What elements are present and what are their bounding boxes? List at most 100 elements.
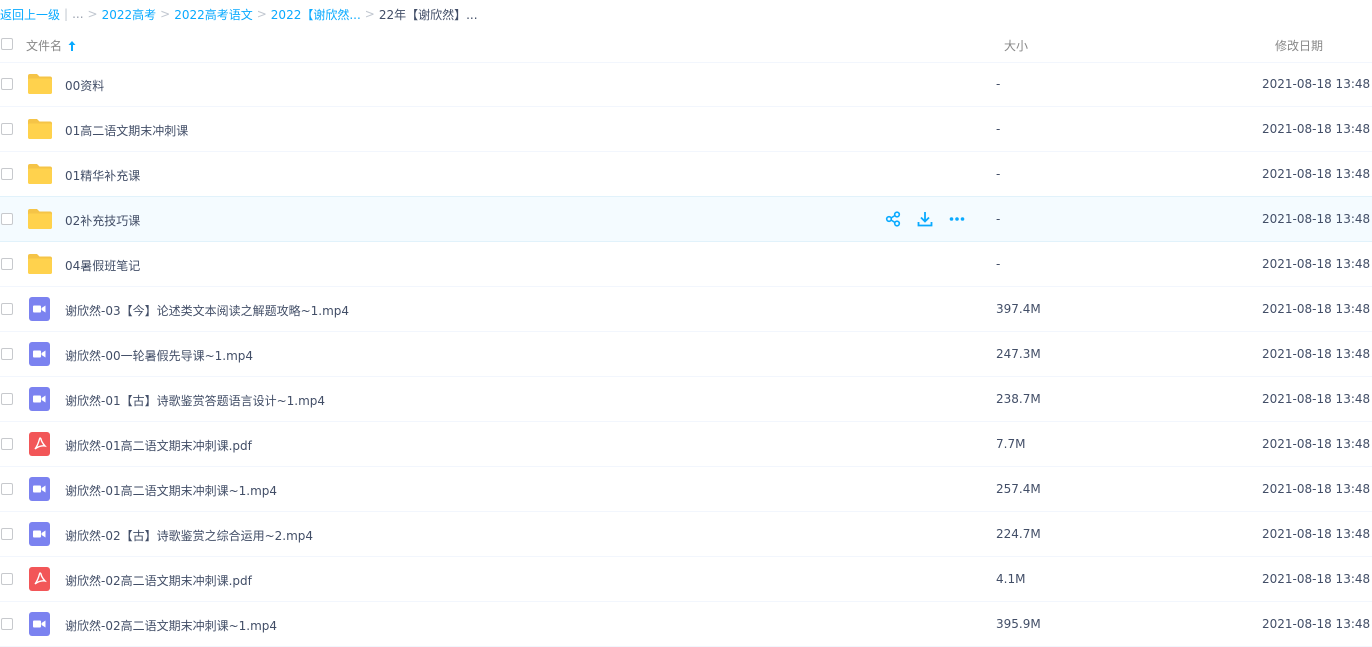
row-checkbox[interactable] bbox=[1, 258, 13, 270]
file-row[interactable]: 谢欣然-01高二语文期末冲刺课~1.mp4 257.4M 2021-08-18 13… bbox=[0, 467, 1372, 512]
row-checkbox[interactable] bbox=[1, 573, 13, 585]
download-icon[interactable] bbox=[916, 210, 934, 228]
back-link[interactable]: 返回上一级 bbox=[0, 6, 60, 23]
breadcrumb-separator: > bbox=[160, 7, 171, 21]
file-row[interactable]: 谢欣然-02高二语文期末冲刺课.pdf 4.1M 2021-08-18 13:48 bbox=[0, 557, 1372, 602]
file-modified-date: 2021-08-18 13:48 bbox=[1262, 527, 1371, 541]
row-checkbox[interactable] bbox=[1, 78, 13, 90]
file-size: 224.7M bbox=[996, 527, 1041, 541]
file-name[interactable]: 谢欣然-01高二语文期末冲刺课~1.mp4 bbox=[65, 482, 277, 499]
file-name[interactable]: 00资料 bbox=[65, 77, 104, 94]
row-checkbox[interactable] bbox=[1, 348, 13, 360]
row-checkbox[interactable] bbox=[1, 123, 13, 135]
file-size: 4.1M bbox=[996, 572, 1026, 586]
breadcrumb-current: 22年【谢欣然】... bbox=[378, 7, 478, 22]
name-column-header[interactable]: 文件名 bbox=[26, 37, 77, 54]
breadcrumb-separator: > bbox=[256, 7, 267, 21]
breadcrumb: 返回上一级 | ... > 2022高考 > 2022高考语文 > 2022【谢… bbox=[0, 0, 1372, 28]
file-modified-date: 2021-08-18 13:48 bbox=[1262, 122, 1371, 136]
row-checkbox[interactable] bbox=[1, 303, 13, 315]
sort-ascending-icon[interactable] bbox=[67, 40, 77, 52]
file-list-header: 文件名 大小 修改日期 bbox=[0, 28, 1372, 63]
folder-row[interactable]: 04暑假班笔记 - 2021-08-18 13:48 bbox=[0, 242, 1372, 287]
file-size: - bbox=[996, 77, 1001, 91]
file-modified-date: 2021-08-18 13:48 bbox=[1262, 482, 1371, 496]
folder-icon bbox=[27, 252, 53, 276]
file-name[interactable]: 谢欣然-01【古】诗歌鉴赏答题语言设计~1.mp4 bbox=[65, 392, 325, 409]
file-list: 00资料 - 2021-08-18 13:48 01高二语文期末冲刺课 - 2021-08… bbox=[0, 62, 1372, 647]
file-modified-date: 2021-08-18 13:48 bbox=[1262, 617, 1371, 631]
file-size: 395.9M bbox=[996, 617, 1041, 631]
file-name[interactable]: 01高二语文期末冲刺课 bbox=[65, 122, 188, 139]
row-checkbox[interactable] bbox=[1, 438, 13, 450]
video-file-icon bbox=[27, 387, 53, 411]
file-name[interactable]: 谢欣然-02高二语文期末冲刺课~1.mp4 bbox=[65, 617, 277, 634]
video-file-icon bbox=[27, 477, 53, 501]
share-icon[interactable] bbox=[884, 210, 902, 228]
file-size: 397.4M bbox=[996, 302, 1041, 316]
row-checkbox[interactable] bbox=[1, 528, 13, 540]
row-checkbox[interactable] bbox=[1, 618, 13, 630]
file-name[interactable]: 谢欣然-03【今】论述类文本阅读之解题攻略~1.mp4 bbox=[65, 302, 349, 319]
video-file-icon bbox=[27, 297, 53, 321]
file-row[interactable]: 谢欣然-02【古】诗歌鉴赏之综合运用~2.mp4 224.7M 2021-08-18… bbox=[0, 512, 1372, 557]
breadcrumb-item-2022-xie[interactable]: 2022【谢欣然... bbox=[271, 6, 361, 23]
breadcrumb-divider: | bbox=[64, 7, 69, 21]
folder-icon bbox=[27, 162, 53, 186]
row-checkbox[interactable] bbox=[1, 168, 13, 180]
file-modified-date: 2021-08-18 13:48 bbox=[1262, 167, 1371, 181]
file-row[interactable]: 谢欣然-00一轮暑假先导课~1.mp4 247.3M 2021-08-18 13:4… bbox=[0, 332, 1372, 377]
file-row[interactable]: 谢欣然-01【古】诗歌鉴赏答题语言设计~1.mp4 238.7M 2021-08-1… bbox=[0, 377, 1372, 422]
name-column-label: 文件名 bbox=[26, 39, 63, 53]
file-name[interactable]: 01精华补充课 bbox=[65, 167, 140, 184]
folder-row[interactable]: 02补充技巧课 - 2021-08-18 13:48 bbox=[0, 196, 1372, 242]
file-row[interactable]: 谢欣然-01高二语文期末冲刺课.pdf 7.7M 2021-08-18 13:48 bbox=[0, 422, 1372, 467]
file-name[interactable]: 04暑假班笔记 bbox=[65, 257, 140, 274]
file-row[interactable]: 谢欣然-03【今】论述类文本阅读之解题攻略~1.mp4 397.4M 2021-08… bbox=[0, 287, 1372, 332]
file-name[interactable]: 谢欣然-01高二语文期末冲刺课.pdf bbox=[65, 437, 252, 454]
file-name[interactable]: 02补充技巧课 bbox=[65, 212, 140, 229]
folder-row[interactable]: 01精华补充课 - 2021-08-18 13:48 bbox=[0, 152, 1372, 197]
file-name[interactable]: 谢欣然-02【古】诗歌鉴赏之综合运用~2.mp4 bbox=[65, 527, 313, 544]
file-modified-date: 2021-08-18 13:48 bbox=[1262, 572, 1371, 586]
file-size: - bbox=[996, 167, 1001, 181]
date-column-header[interactable]: 修改日期 bbox=[1275, 37, 1323, 54]
video-file-icon bbox=[27, 342, 53, 366]
video-file-icon bbox=[27, 612, 53, 636]
file-size: - bbox=[996, 122, 1001, 136]
file-size: 7.7M bbox=[996, 437, 1026, 451]
folder-row[interactable]: 01高二语文期末冲刺课 - 2021-08-18 13:48 bbox=[0, 107, 1372, 152]
row-actions bbox=[884, 210, 966, 228]
row-checkbox[interactable] bbox=[1, 483, 13, 495]
file-size: - bbox=[996, 257, 1001, 271]
file-row[interactable]: 谢欣然-02高二语文期末冲刺课~1.mp4 395.9M 2021-08-18 13… bbox=[0, 602, 1372, 647]
file-modified-date: 2021-08-18 13:48 bbox=[1262, 257, 1371, 271]
file-modified-date: 2021-08-18 13:48 bbox=[1262, 212, 1371, 226]
file-size: 257.4M bbox=[996, 482, 1041, 496]
file-modified-date: 2021-08-18 13:48 bbox=[1262, 347, 1371, 361]
select-all-checkbox[interactable] bbox=[1, 38, 13, 50]
file-modified-date: 2021-08-18 13:48 bbox=[1262, 437, 1371, 451]
file-name[interactable]: 谢欣然-02高二语文期末冲刺课.pdf bbox=[65, 572, 252, 589]
more-icon[interactable] bbox=[948, 210, 966, 228]
row-checkbox[interactable] bbox=[1, 213, 13, 225]
size-column-header[interactable]: 大小 bbox=[1004, 37, 1028, 54]
file-size: 247.3M bbox=[996, 347, 1041, 361]
folder-icon bbox=[27, 72, 53, 96]
folder-row[interactable]: 00资料 - 2021-08-18 13:48 bbox=[0, 62, 1372, 107]
pdf-file-icon bbox=[27, 567, 53, 591]
file-modified-date: 2021-08-18 13:48 bbox=[1262, 392, 1371, 406]
breadcrumb-ellipsis[interactable]: ... bbox=[72, 7, 83, 21]
breadcrumb-item-2022gaokao[interactable]: 2022高考 bbox=[102, 6, 157, 23]
folder-icon bbox=[27, 117, 53, 141]
file-size: - bbox=[996, 212, 1001, 226]
file-size: 238.7M bbox=[996, 392, 1041, 406]
pdf-file-icon bbox=[27, 432, 53, 456]
file-modified-date: 2021-08-18 13:48 bbox=[1262, 77, 1371, 91]
folder-icon bbox=[27, 207, 53, 231]
breadcrumb-item-2022gaokao-yuwen[interactable]: 2022高考语文 bbox=[174, 6, 253, 23]
file-name[interactable]: 谢欣然-00一轮暑假先导课~1.mp4 bbox=[65, 347, 253, 364]
row-checkbox[interactable] bbox=[1, 393, 13, 405]
file-modified-date: 2021-08-18 13:48 bbox=[1262, 302, 1371, 316]
breadcrumb-separator: > bbox=[87, 7, 98, 21]
